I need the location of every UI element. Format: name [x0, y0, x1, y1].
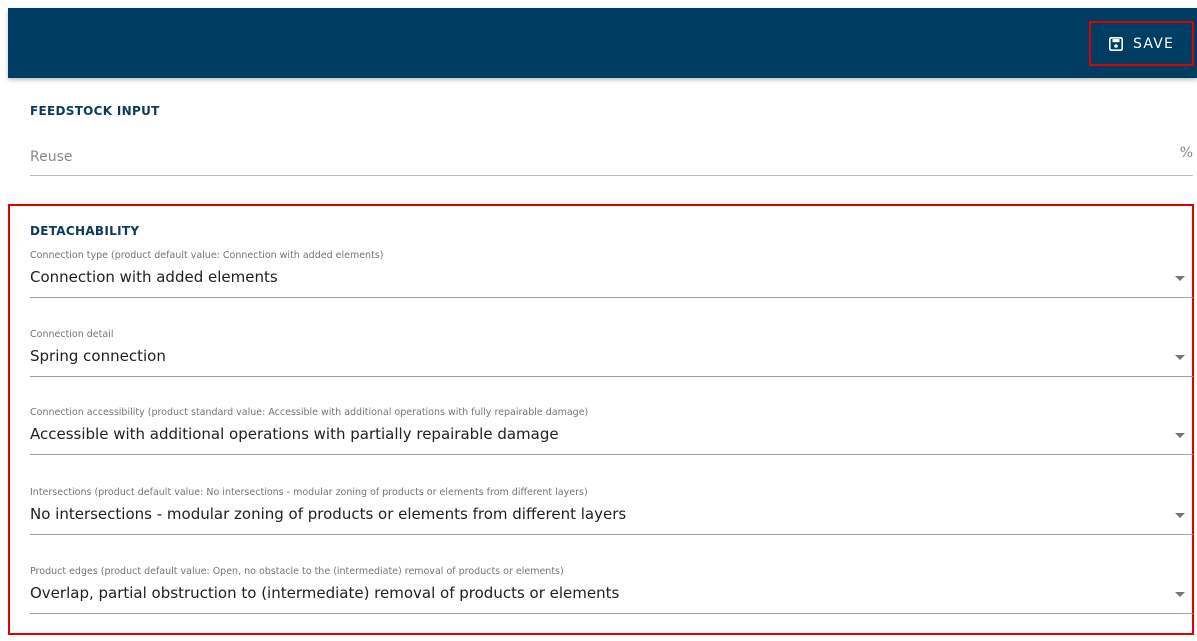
- top-app-bar: SAVE: [8, 8, 1197, 78]
- intersections-label: Intersections (product default value: No…: [30, 487, 588, 498]
- product-edges-label: Product edges (product default value: Op…: [30, 566, 564, 577]
- connection-detail-value: Spring connection: [30, 347, 166, 365]
- dropdown-arrow-icon: [1175, 513, 1185, 518]
- connection-type-label: Connection type (product default value: …: [30, 250, 384, 261]
- reuse-placeholder: Reuse: [30, 149, 73, 165]
- intersections-value: No intersections - modular zoning of pro…: [30, 505, 627, 523]
- intersections-select[interactable]: Intersections (product default value: No…: [30, 487, 1193, 535]
- product-edges-value: Overlap, partial obstruction to (interme…: [30, 584, 620, 602]
- connection-accessibility-value: Accessible with additional operations wi…: [30, 425, 559, 443]
- percent-unit: %: [1179, 145, 1193, 161]
- save-button[interactable]: SAVE: [1089, 21, 1194, 66]
- dropdown-arrow-icon: [1175, 276, 1185, 281]
- connection-type-select[interactable]: Connection type (product default value: …: [30, 250, 1193, 298]
- detachability-heading: DETACHABILITY: [30, 224, 140, 238]
- connection-accessibility-select[interactable]: Connection accessibility (product standa…: [30, 407, 1193, 455]
- reuse-input[interactable]: Reuse %: [30, 138, 1193, 176]
- dropdown-arrow-icon: [1175, 433, 1185, 438]
- connection-detail-label: Connection detail: [30, 329, 114, 340]
- floppy-disk-icon: [1108, 36, 1123, 51]
- connection-type-value: Connection with added elements: [30, 268, 278, 286]
- save-button-label: SAVE: [1132, 35, 1175, 52]
- dropdown-arrow-icon: [1175, 355, 1185, 360]
- product-edges-select[interactable]: Product edges (product default value: Op…: [30, 566, 1193, 614]
- dropdown-arrow-icon: [1175, 592, 1185, 597]
- feedstock-input-heading: FEEDSTOCK INPUT: [30, 104, 160, 118]
- connection-detail-select[interactable]: Connection detail Spring connection: [30, 329, 1193, 377]
- connection-accessibility-label: Connection accessibility (product standa…: [30, 407, 589, 418]
